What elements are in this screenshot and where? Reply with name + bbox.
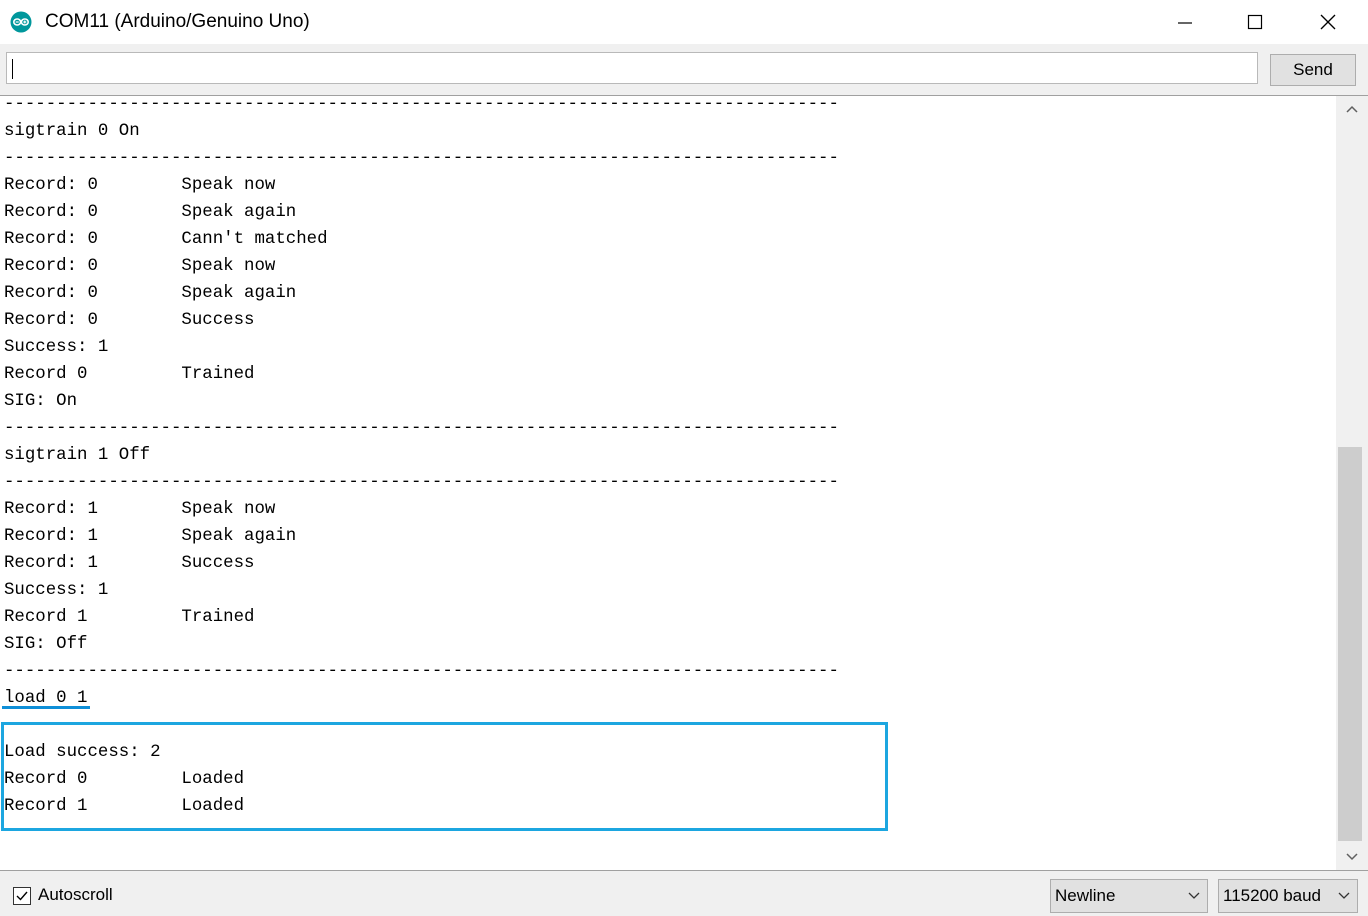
title-bar: COM11 (Arduino/Genuino Uno) [0,0,1368,44]
output-line: sigtrain 0 On [4,122,140,141]
output-line: Record: 0 Cann't matched [4,230,328,249]
serial-input[interactable] [6,52,1258,84]
output-line: SIG: On [4,392,78,411]
output-line: ----------------------------------------… [4,473,839,492]
checkmark-icon [16,891,28,901]
output-line: Record: 0 Speak now [4,176,276,195]
highlight-box [1,722,888,831]
output-line: ----------------------------------------… [4,149,839,168]
minimize-button[interactable] [1162,0,1208,44]
window-title: COM11 (Arduino/Genuino Uno) [45,11,310,32]
output-line: Record 1 Trained [4,608,255,627]
scroll-up-button[interactable] [1336,96,1368,122]
serial-output[interactable]: ----------------------------------------… [0,96,1336,870]
output-line: Success: 1 [4,581,109,600]
scrollbar-thumb[interactable] [1338,447,1362,841]
output-line: Record: 1 Success [4,554,255,573]
autoscroll-checkbox[interactable] [13,887,31,905]
status-bar: Autoscroll Newline 115200 baud [0,871,1368,916]
chevron-down-icon [1346,853,1358,861]
output-line: Record 0 Trained [4,365,255,384]
output-line: sigtrain 1 Off [4,446,151,465]
output-line: ----------------------------------------… [4,419,839,438]
scroll-down-button[interactable] [1336,844,1368,870]
output-line: Record: 0 Speak now [4,257,276,276]
line-ending-select[interactable]: Newline [1050,879,1208,913]
output-line: ----------------------------------------… [4,662,839,681]
maximize-button[interactable] [1232,0,1278,44]
output-line: ----------------------------------------… [4,96,839,114]
vertical-scrollbar[interactable] [1336,96,1368,870]
line-ending-value: Newline [1055,886,1116,905]
output-line: Record: 1 Speak again [4,527,297,546]
autoscroll-label[interactable]: Autoscroll [38,884,113,906]
chevron-down-icon [1338,892,1350,899]
send-button[interactable]: Send [1270,54,1356,86]
maximize-icon [1247,14,1263,30]
output-line: Record: 0 Speak again [4,284,297,303]
output-line: SIG: Off [4,635,88,654]
close-icon [1320,14,1336,30]
send-row [0,44,1368,96]
text-caret [12,59,13,79]
close-button[interactable] [1305,0,1351,44]
chevron-up-icon [1346,105,1358,113]
output-line: Record: 0 Speak again [4,203,297,222]
output-line: Success: 1 [4,338,109,357]
command-underline [2,706,90,709]
baud-rate-value: 115200 baud [1223,886,1322,905]
baud-rate-select[interactable]: 115200 baud [1218,879,1358,913]
minimize-icon [1178,22,1192,24]
output-line: Record: 1 Speak now [4,500,276,519]
arduino-icon [10,11,32,33]
chevron-down-icon [1188,892,1200,899]
output-line: Record: 0 Success [4,311,255,330]
